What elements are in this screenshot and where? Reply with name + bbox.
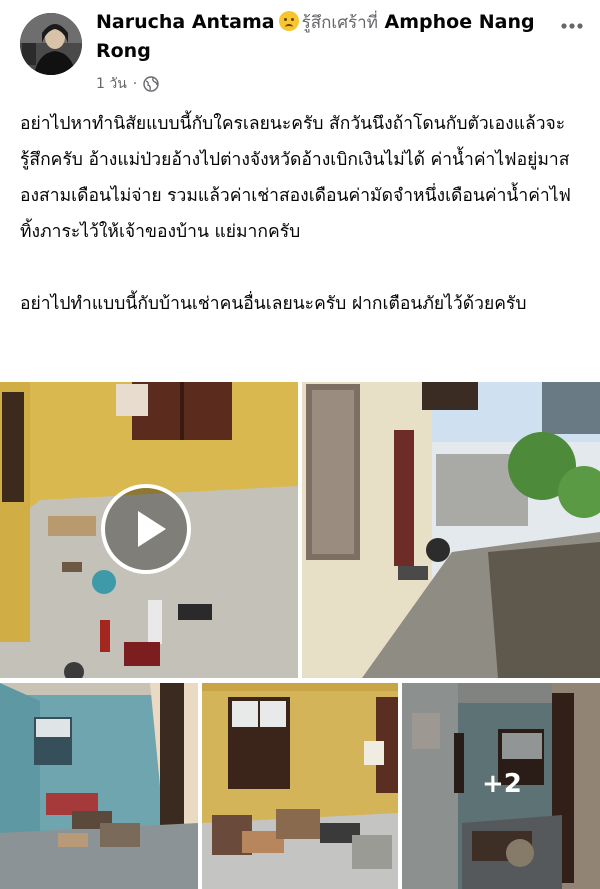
post-paragraph-1: อย่าไปหาทำนิสัยแบบนี้กับใครเลยนะครับ สัก… (20, 114, 571, 242)
more-photos-count: +2 (482, 769, 522, 799)
post-header: Narucha Antama รู้สึกเศร้าที่ Amphoe Nang… (0, 0, 600, 98)
more-photos-overlay[interactable]: +2 (402, 683, 600, 889)
post-meta: 1 วัน · (96, 73, 159, 95)
author-avatar[interactable] (20, 13, 82, 75)
post-body: อย่าไปหาทำนิสัยแบบนี้กับใครเลยนะครับ สัก… (20, 106, 585, 322)
avatar-image (20, 13, 82, 75)
play-icon[interactable] (101, 484, 191, 574)
post-paragraph-2: อย่าไปทำแบบนี้กับบ้านเช่าคนอื่นเลยนะครับ… (20, 294, 527, 314)
author-line: Narucha Antama รู้สึกเศร้าที่ Amphoe Nang… (96, 8, 541, 65)
photo-blue-room[interactable] (0, 683, 198, 889)
globe-icon (143, 76, 159, 92)
more-options-icon[interactable] (558, 12, 586, 40)
author-name[interactable]: Narucha Antama (96, 11, 275, 33)
photo-yellow-room[interactable] (202, 683, 398, 889)
feeling-text: รู้สึกเศร้าที่ (301, 13, 378, 33)
photo-exterior[interactable] (302, 382, 600, 678)
sad-face-icon (278, 11, 299, 31)
post-time[interactable]: 1 วัน (96, 73, 127, 95)
